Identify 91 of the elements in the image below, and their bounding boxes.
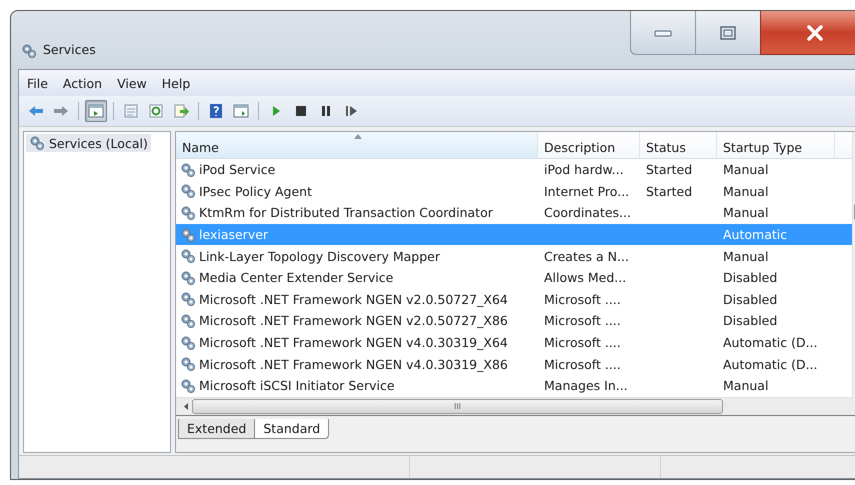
left-arrow-icon [28,103,44,119]
maximize-button[interactable] [695,11,761,55]
service-name: iPod Service [199,162,276,178]
sidebar-label: Services (Local) [49,136,148,150]
service-row[interactable]: Media Center Extender Service Allows Med... Disabled [176,266,852,289]
step-play-icon [343,103,359,119]
gears-icon [180,312,196,329]
minimize-icon [654,28,672,36]
startup-type: Manual [723,184,768,199]
column-header[interactable]: Status [640,132,717,158]
startup-type: Manual [723,248,768,264]
service-row[interactable]: Microsoft .NET Framework NGEN v4.0.30319_X64 Microsoft .... Automatic (D... [176,332,852,354]
column-header[interactable]: Name [176,132,538,158]
service-row[interactable]: IPsec Policy Agent Internet Pro... Started Manual [176,180,852,202]
column-header[interactable]: Description [538,132,640,158]
gears-icon [21,43,37,59]
export-icon [173,103,189,119]
service-name: IPsec Policy Agent [199,184,312,199]
startup-type: Automatic (D... [723,335,818,350]
service-description: Coordinates... [544,205,631,220]
document-icon [123,103,139,119]
close-button[interactable] [760,11,855,55]
service-status: Started [646,184,692,199]
service-name: Microsoft .NET Framework NGEN v2.0.50727_X64 [199,292,508,307]
startup-type: Manual [723,378,768,394]
startup-type: Manual [723,162,768,178]
sort-arrow-icon [354,134,362,139]
service-row[interactable]: Link-Layer Topology Discovery Mapper Creates a N... Manual [176,245,852,267]
startup-type: Automatic (D... [723,356,818,372]
menu-item[interactable]: File [27,76,48,90]
service-name: Microsoft .NET Framework NGEN v2.0.50727_X86 [199,313,508,328]
service-description: Allows Med... [544,270,626,286]
service-name: Link-Layer Topology Discovery Mapper [199,248,440,264]
gears-icon [180,291,196,308]
startup-type: Disabled [723,292,778,307]
service-name: Microsoft .NET Framework NGEN v4.0.30319_X64 [199,335,508,350]
panel-icon [88,103,104,119]
gears-icon [180,183,196,200]
service-row[interactable]: Microsoft .NET Framework NGEN v4.0.30319_X86 Microsoft .... Automatic (D... [176,353,852,375]
gears-icon [180,162,196,178]
scroll-left-icon [184,402,188,410]
window-title: Services [43,42,96,57]
right-arrow-icon [53,103,69,119]
stop-icon [293,103,309,119]
sidebar-item[interactable]: Services (Local) [26,134,151,152]
service-description: Microsoft .... [544,313,621,328]
tree-button[interactable] [85,100,107,122]
service-name: lexiaserver [199,227,268,242]
gears-icon [180,204,196,221]
service-description: Microsoft .... [544,335,621,350]
gears-icon [180,270,196,286]
menu-item[interactable]: View [117,76,147,90]
service-name: Microsoft .NET Framework NGEN v4.0.30319_X86 [199,356,508,372]
gears-icon [180,226,196,243]
service-row[interactable]: Microsoft .NET Framework NGEN v2.0.50727_X64 Microsoft .... Disabled [176,288,852,310]
service-description: Manages In... [544,378,628,394]
startup-type: Disabled [723,313,778,328]
service-row[interactable]: iPod Service iPod hardw... Started Manual [176,159,852,181]
horizontal-scrollbar[interactable]: III [176,396,855,415]
gears-icon [180,334,196,351]
service-description: Microsoft .... [544,292,621,307]
startup-type: Automatic [723,227,788,242]
panel-icon [233,103,249,119]
service-description: iPod hardw... [544,162,624,178]
view-tab[interactable]: Extended [178,418,256,439]
refresh-icon [148,103,164,119]
scroll-grip: III [454,402,462,411]
maximize-icon [720,26,736,40]
service-row[interactable]: KtmRm for Distributed Transaction Coordinator Coordinates... Manual [176,202,852,224]
menu-item[interactable]: Action [62,76,102,90]
service-name: Microsoft iSCSI Initiator Service [199,378,395,394]
service-status: Started [646,162,692,178]
column-header[interactable]: Startup Type [717,132,835,158]
gears-icon [180,378,196,394]
service-name: Media Center Extender Service [199,270,394,286]
gears-icon [180,356,196,372]
gears-icon [29,135,45,151]
startup-type: Disabled [723,270,778,286]
service-name: KtmRm for Distributed Transaction Coordinator [199,205,493,220]
service-description: Internet Pro... [544,184,630,199]
service-description: Microsoft .... [544,356,621,372]
service-description: Creates a N... [544,248,629,264]
service-row[interactable]: Microsoft iSCSI Initiator Service Manages In... Manual [176,374,852,397]
minimize-button[interactable] [630,11,696,55]
view-tab[interactable]: Standard [254,418,330,439]
close-icon [806,24,824,40]
menu-item[interactable]: Help [162,76,190,90]
help-icon [208,103,224,119]
gears-icon [180,248,196,264]
service-row[interactable]: Microsoft .NET Framework NGEN v2.0.50727_X86 Microsoft .... Disabled [176,310,852,332]
startup-type: Manual [723,205,768,220]
